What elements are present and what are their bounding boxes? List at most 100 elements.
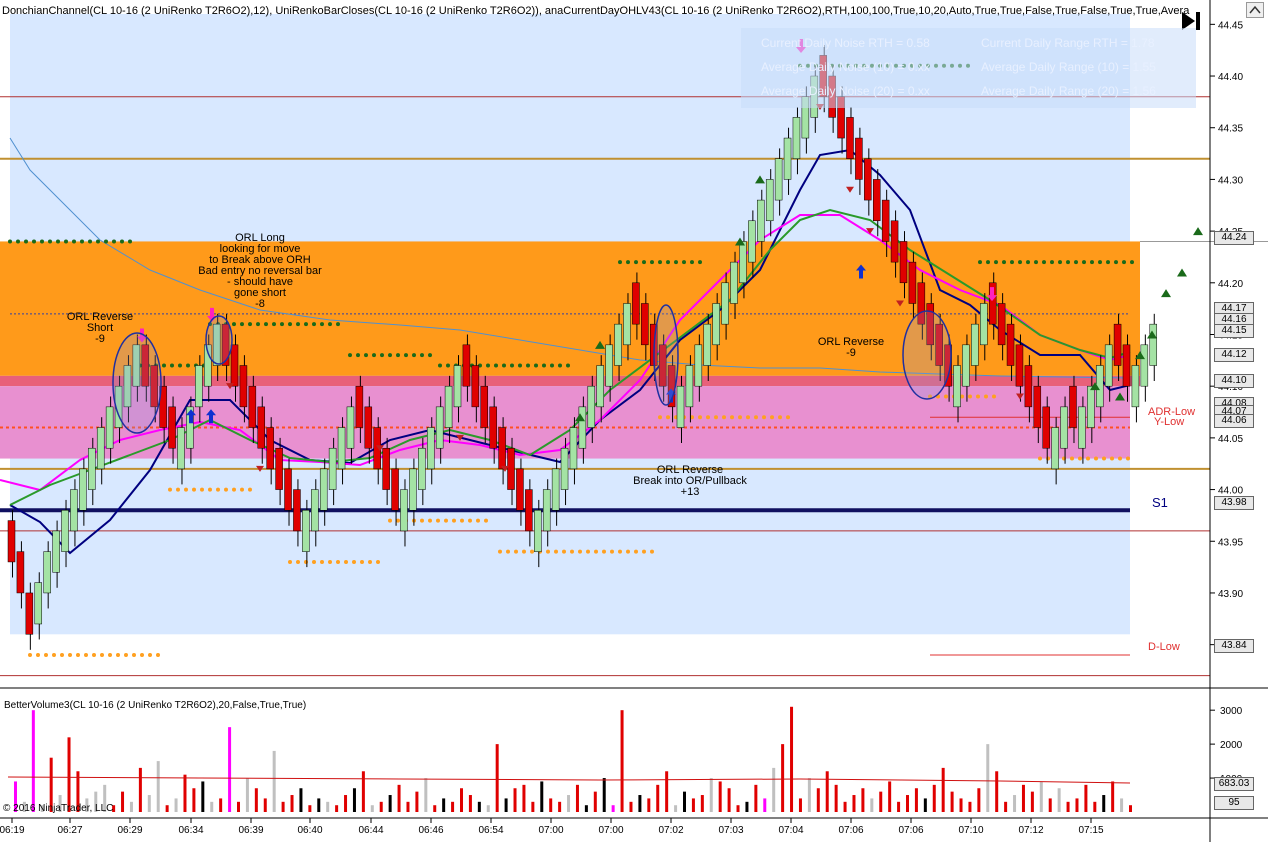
volume-bar <box>308 805 312 812</box>
orange-dot <box>610 549 614 554</box>
orange-dot <box>76 652 80 657</box>
volume-bar <box>727 788 731 812</box>
volume-bar <box>486 805 490 812</box>
green-dot <box>1106 260 1110 265</box>
green-dot <box>566 363 570 368</box>
renko-bar-down <box>516 468 524 511</box>
renko-bar-down <box>872 179 881 222</box>
volume-bar <box>852 795 856 812</box>
green-dot <box>542 363 546 368</box>
time-tick-label: 07:10 <box>958 825 983 836</box>
volume-bar <box>772 767 776 812</box>
renko-bar-up <box>605 344 613 387</box>
chevron-up-icon[interactable] <box>1246 2 1264 18</box>
green-dot <box>534 363 538 368</box>
stat-current-range: Current Daily Range RTH = 1.78 <box>981 36 1155 50</box>
orange-dot <box>586 549 590 554</box>
green-dot <box>618 260 622 265</box>
orange-dot <box>68 652 72 657</box>
green-dot <box>1042 260 1046 265</box>
time-tick-label: 06:39 <box>238 825 263 836</box>
orange-dot <box>184 487 188 492</box>
volume-bar <box>1021 784 1025 812</box>
renko-bar-up <box>980 303 988 346</box>
volume-bar <box>700 795 704 812</box>
price-box-44-15: 44.15 <box>1214 324 1254 338</box>
orange-dot <box>452 518 456 523</box>
renko-bar-down <box>1033 385 1042 428</box>
green-dot <box>256 322 260 327</box>
orange-dot <box>984 394 988 399</box>
volume-bar <box>575 784 579 812</box>
highlight-ellipse <box>112 332 162 434</box>
highlight-ellipse <box>902 310 952 400</box>
time-tick-label: 07:02 <box>658 825 683 836</box>
green-dot <box>650 260 654 265</box>
orange-dot <box>240 487 244 492</box>
volume-bar <box>468 795 472 812</box>
orange-dot <box>468 518 472 523</box>
orange-dot <box>730 415 734 420</box>
volume-box-last: 95 <box>1214 796 1254 810</box>
green-dot <box>1066 260 1070 265</box>
time-tick-label: 06:54 <box>478 825 503 836</box>
green-dot <box>1026 260 1030 265</box>
orange-dot <box>514 549 518 554</box>
volume-bar <box>1039 781 1043 812</box>
orange-dot <box>108 652 112 657</box>
renko-bar-up <box>721 282 729 325</box>
price-chart-svg[interactable]: 43.8543.9043.9544.0044.0544.1044.1544.20… <box>0 0 1268 842</box>
renko-bar-up <box>694 344 703 387</box>
orange-dot <box>762 415 766 420</box>
volume-bar <box>834 784 838 812</box>
orange-dot <box>522 549 526 554</box>
orange-dot <box>360 559 364 564</box>
volume-bar <box>879 791 883 812</box>
orange-dot <box>148 652 152 657</box>
green-dot <box>178 363 182 368</box>
volume-bar <box>647 798 651 812</box>
green-dot <box>642 260 646 265</box>
orange-dot <box>476 518 480 523</box>
renko-bar-up <box>346 406 355 449</box>
renko-bar-up <box>587 385 596 428</box>
time-tick-label: 07:15 <box>1078 825 1103 836</box>
volume-bar <box>718 781 722 812</box>
renko-bar-down <box>248 385 257 428</box>
green-dot <box>438 363 442 368</box>
green-dot <box>396 353 400 358</box>
volume-bar <box>674 805 678 812</box>
renko-bar-up <box>560 447 569 490</box>
volume-bar <box>174 798 178 812</box>
s1-label: S1 <box>1152 495 1168 510</box>
green-dot <box>80 239 84 244</box>
orange-dot <box>1118 456 1122 461</box>
price-box-43-84: 43.84 <box>1214 639 1254 653</box>
green-dot <box>486 363 490 368</box>
time-tick-label: 07:04 <box>778 825 803 836</box>
green-dot <box>634 260 638 265</box>
green-dot <box>698 260 702 265</box>
orange-dot <box>140 652 144 657</box>
volume-bar <box>959 798 963 812</box>
volume-bar <box>531 801 535 812</box>
renko-bar-up <box>337 427 346 470</box>
orange-dot <box>176 487 180 492</box>
orange-dot <box>1070 456 1074 461</box>
orange-dot <box>444 518 448 523</box>
volume-bar <box>923 798 927 812</box>
renko-bar-up <box>596 365 604 408</box>
volume-bar <box>870 798 874 812</box>
green-dot <box>494 363 498 368</box>
renko-bar-up <box>569 427 578 470</box>
renko-bar-up <box>1104 344 1113 387</box>
green-dot <box>40 239 44 244</box>
annotation-orl-reverse-short: ORL Reverse Short -9 <box>66 311 134 345</box>
orange-dot <box>248 487 252 492</box>
volume-bar <box>1093 801 1097 812</box>
volume-bar <box>192 788 196 812</box>
volume-bar <box>691 798 695 812</box>
renko-bar-down <box>507 447 515 490</box>
green-dot <box>380 353 384 358</box>
green-dot <box>240 322 244 327</box>
